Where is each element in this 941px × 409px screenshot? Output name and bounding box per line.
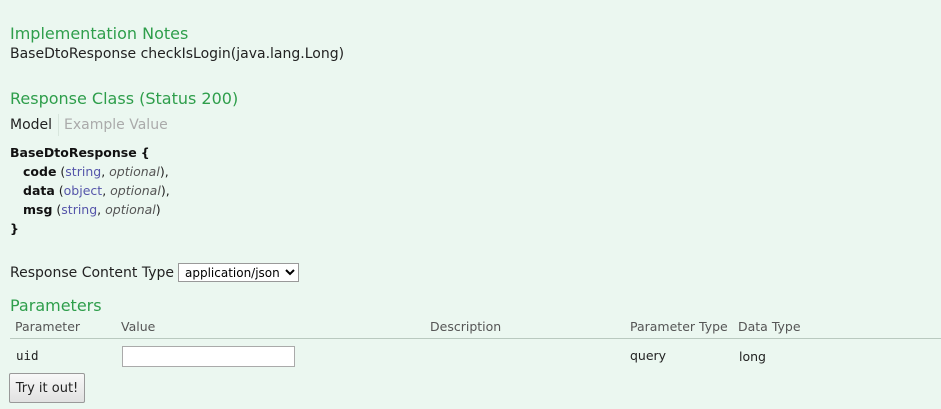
model-open-brace: { [140,145,150,160]
field-optional: optional [105,202,156,217]
param-type: query [630,348,667,363]
field-type: string [65,164,102,179]
field-optional: optional [110,183,161,198]
field-optional: optional [109,164,160,179]
tab-model[interactable]: Model [10,117,58,133]
model-close-brace: } [10,221,19,236]
implementation-notes-text: BaseDtoResponse checkIsLogin(java.lang.L… [10,46,345,62]
field-suffix: ), [159,164,169,179]
model-name: BaseDtoResponse [10,145,137,160]
response-content-type-select[interactable]: application/json [177,263,299,282]
model-header: BaseDtoResponse { [10,143,170,162]
header-data-type: Data Type [738,319,801,334]
header-parameter: Parameter [15,319,81,334]
model-tabs: Model Example Value [10,114,168,136]
model-field: data (object, optional), [23,183,170,198]
field-name: code [23,164,57,179]
response-content-type: Response Content Type application/json [10,263,299,282]
tab-example-value[interactable]: Example Value [64,117,168,133]
field-type: object [63,183,103,198]
try-it-out-button[interactable]: Try it out! [9,373,85,403]
field-suffix: ), [160,183,170,198]
model-field: msg (string, optional) [23,202,161,217]
uid-value-input[interactable] [122,346,295,367]
param-data-type: long [739,349,766,364]
table-header-divider [10,338,941,339]
model-field: code (string, optional), [23,164,169,179]
field-suffix: ) [155,202,161,217]
header-description: Description [430,319,502,334]
implementation-notes-title: Implementation Notes [10,24,189,43]
header-value: Value [121,319,156,334]
model-signature: BaseDtoResponse { code (string, optional… [10,143,170,238]
tab-divider [58,114,60,136]
header-parameter-type: Parameter Type [630,319,728,334]
field-name: msg [23,202,53,217]
param-name: uid [16,348,39,363]
response-content-type-label: Response Content Type [10,264,174,281]
field-type: string [61,202,98,217]
response-class-title: Response Class (Status 200) [10,89,239,108]
parameters-title: Parameters [10,296,102,315]
field-name: data [23,183,55,198]
